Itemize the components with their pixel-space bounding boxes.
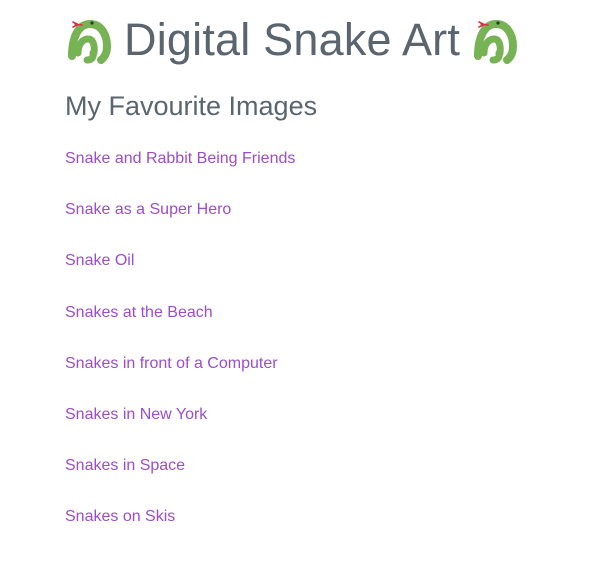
image-link[interactable]: Snake as a Super Hero [65, 201, 231, 218]
image-link[interactable]: Snakes in Space [65, 457, 185, 474]
list-item: Snakes at the Beach [65, 300, 295, 351]
snake-icon [64, 16, 112, 64]
list-item: Snake and Rabbit Being Friends [65, 146, 295, 197]
list-item: Snake as a Super Hero [65, 197, 295, 248]
image-link[interactable]: Snake and Rabbit Being Friends [65, 150, 295, 167]
list-item: Snakes on Skis [65, 504, 295, 555]
section-heading: My Favourite Images [65, 91, 318, 121]
image-link-list: Snake and Rabbit Being Friends Snake as … [65, 146, 295, 556]
image-link[interactable]: Snakes on Skis [65, 508, 175, 525]
list-item: Snake Oil [65, 248, 295, 299]
page: Digital Snake Art My Favourite Images Sn… [0, 0, 601, 576]
list-item: Snakes in front of a Computer [65, 351, 295, 402]
list-item: Snakes in New York [65, 402, 295, 453]
image-link[interactable]: Snakes at the Beach [65, 304, 213, 321]
image-link[interactable]: Snake Oil [65, 252, 134, 269]
site-header: Digital Snake Art [64, 12, 518, 68]
image-link[interactable]: Snakes in New York [65, 406, 207, 423]
snake-icon [470, 16, 518, 64]
image-link[interactable]: Snakes in front of a Computer [65, 355, 278, 372]
list-item: Snakes in Space [65, 453, 295, 504]
site-title: Digital Snake Art [124, 14, 461, 65]
